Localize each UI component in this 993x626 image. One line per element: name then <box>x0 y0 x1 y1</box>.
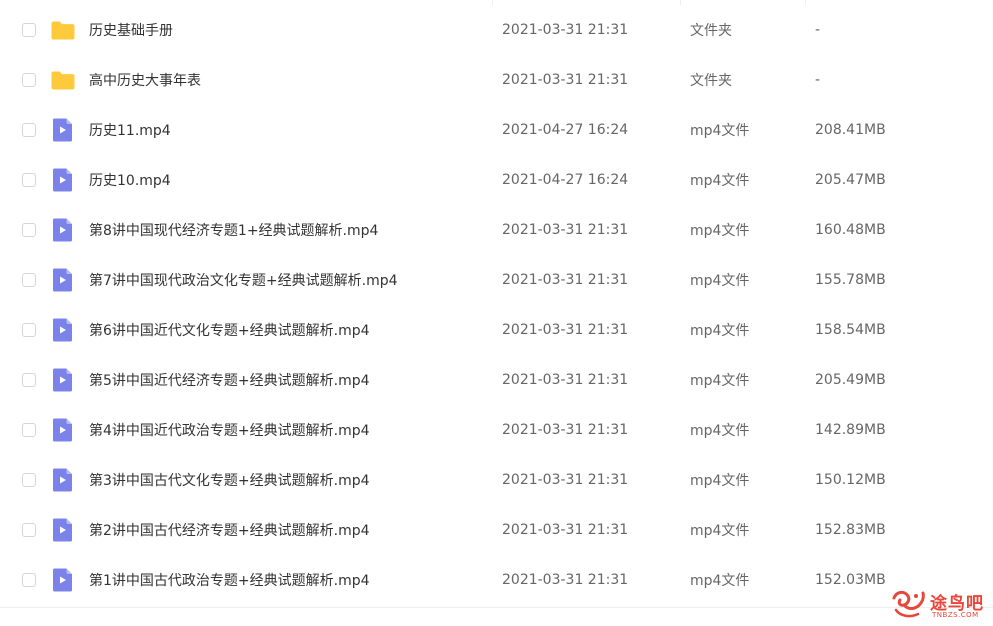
file-row[interactable]: 历史11.mp4 2021-04-27 16:24 mp4文件 208.41MB <box>0 105 993 155</box>
modified-date: 2021-03-31 21:31 <box>502 522 629 538</box>
modified-date: 2021-04-27 16:24 <box>502 172 629 188</box>
modified-date: 2021-04-27 16:24 <box>502 122 629 138</box>
file-name[interactable]: 第1讲中国古代政治专题+经典试题解析.mp4 <box>89 570 370 590</box>
row-checkbox[interactable] <box>22 573 36 587</box>
file-name[interactable]: 第4讲中国近代政治专题+经典试题解析.mp4 <box>89 420 370 440</box>
file-size: 205.49MB <box>815 372 886 388</box>
modified-date: 2021-03-31 21:31 <box>502 22 629 38</box>
file-size: 205.47MB <box>815 172 886 188</box>
file-size: 152.83MB <box>815 522 886 538</box>
file-row[interactable]: 高中历史大事年表 2021-03-31 21:31 文件夹 - <box>0 55 993 105</box>
file-name[interactable]: 历史11.mp4 <box>89 120 171 140</box>
file-size: 152.03MB <box>815 572 886 588</box>
file-size: 208.41MB <box>815 122 886 138</box>
file-name[interactable]: 历史基础手册 <box>89 20 173 40</box>
watermark-url: TNBZS.COM <box>932 611 979 619</box>
video-file-icon <box>50 467 76 493</box>
video-file-icon <box>50 517 76 543</box>
modified-date: 2021-03-31 21:31 <box>502 272 629 288</box>
file-type: mp4文件 <box>690 423 750 439</box>
file-size: 150.12MB <box>815 472 886 488</box>
file-row[interactable]: 第1讲中国古代政治专题+经典试题解析.mp4 2021-03-31 21:31 mp… <box>0 555 993 605</box>
video-file-icon <box>50 367 76 393</box>
row-checkbox[interactable] <box>22 123 36 137</box>
video-file-icon <box>50 167 76 193</box>
file-size: - <box>815 72 821 88</box>
modified-date: 2021-03-31 21:31 <box>502 472 629 488</box>
file-type: mp4文件 <box>690 573 750 589</box>
folder-icon <box>50 67 76 93</box>
row-checkbox[interactable] <box>22 223 36 237</box>
file-row[interactable]: 第8讲中国现代经济专题1+经典试题解析.mp4 2021-03-31 21:31 m… <box>0 205 993 255</box>
modified-date: 2021-03-31 21:31 <box>502 322 629 338</box>
modified-date: 2021-03-31 21:31 <box>502 72 629 88</box>
file-type: mp4文件 <box>690 373 750 389</box>
file-row[interactable]: 第2讲中国古代经济专题+经典试题解析.mp4 2021-03-31 21:31 mp… <box>0 505 993 555</box>
video-file-icon <box>50 117 76 143</box>
file-name[interactable]: 第3讲中国古代文化专题+经典试题解析.mp4 <box>89 470 370 490</box>
file-name[interactable]: 第5讲中国近代经济专题+经典试题解析.mp4 <box>89 370 370 390</box>
file-row[interactable]: 历史10.mp4 2021-04-27 16:24 mp4文件 205.47MB <box>0 155 993 205</box>
row-checkbox[interactable] <box>22 273 36 287</box>
file-name[interactable]: 第7讲中国现代政治文化专题+经典试题解析.mp4 <box>89 270 398 290</box>
file-row[interactable]: 第6讲中国近代文化专题+经典试题解析.mp4 2021-03-31 21:31 mp… <box>0 305 993 355</box>
row-checkbox[interactable] <box>22 173 36 187</box>
watermark: 途鸟吧 TNBZS.COM <box>890 586 990 624</box>
bird-logo-icon <box>892 590 925 618</box>
file-row[interactable]: 第5讲中国近代经济专题+经典试题解析.mp4 2021-03-31 21:31 mp… <box>0 355 993 405</box>
file-type: mp4文件 <box>690 273 750 289</box>
file-type: mp4文件 <box>690 123 750 139</box>
modified-date: 2021-03-31 21:31 <box>502 572 629 588</box>
row-checkbox[interactable] <box>22 23 36 37</box>
file-list: 历史基础手册 2021-03-31 21:31 文件夹 - 高中历史大事年表 2021-0… <box>0 0 993 605</box>
file-type: mp4文件 <box>690 173 750 189</box>
file-size: - <box>815 22 821 38</box>
file-size: 142.89MB <box>815 422 886 438</box>
row-checkbox[interactable] <box>22 323 36 337</box>
modified-date: 2021-03-31 21:31 <box>502 422 629 438</box>
file-name[interactable]: 高中历史大事年表 <box>89 70 201 90</box>
video-file-icon <box>50 417 76 443</box>
video-file-icon <box>50 567 76 593</box>
file-size: 160.48MB <box>815 222 886 238</box>
file-row[interactable]: 第4讲中国近代政治专题+经典试题解析.mp4 2021-03-31 21:31 mp… <box>0 405 993 455</box>
row-checkbox[interactable] <box>22 73 36 87</box>
file-name[interactable]: 历史10.mp4 <box>89 170 171 190</box>
video-file-icon <box>50 217 76 243</box>
row-checkbox[interactable] <box>22 523 36 537</box>
file-type: mp4文件 <box>690 223 750 239</box>
file-size: 155.78MB <box>815 272 886 288</box>
file-row[interactable]: 第3讲中国古代文化专题+经典试题解析.mp4 2021-03-31 21:31 mp… <box>0 455 993 505</box>
row-checkbox[interactable] <box>22 373 36 387</box>
file-name[interactable]: 第6讲中国近代文化专题+经典试题解析.mp4 <box>89 320 370 340</box>
video-file-icon <box>50 267 76 293</box>
folder-icon <box>50 17 76 43</box>
file-name[interactable]: 第2讲中国古代经济专题+经典试题解析.mp4 <box>89 520 370 540</box>
row-checkbox[interactable] <box>22 473 36 487</box>
file-type: mp4文件 <box>690 473 750 489</box>
file-type: mp4文件 <box>690 523 750 539</box>
list-bottom-border <box>0 607 993 608</box>
file-row[interactable]: 第7讲中国现代政治文化专题+经典试题解析.mp4 2021-03-31 21:31… <box>0 255 993 305</box>
file-type: mp4文件 <box>690 323 750 339</box>
file-type: 文件夹 <box>690 73 732 89</box>
video-file-icon <box>50 317 76 343</box>
file-type: 文件夹 <box>690 23 732 39</box>
row-checkbox[interactable] <box>22 423 36 437</box>
file-name[interactable]: 第8讲中国现代经济专题1+经典试题解析.mp4 <box>89 220 378 240</box>
modified-date: 2021-03-31 21:31 <box>502 372 629 388</box>
file-row[interactable]: 历史基础手册 2021-03-31 21:31 文件夹 - <box>0 5 993 55</box>
modified-date: 2021-03-31 21:31 <box>502 222 629 238</box>
file-size: 158.54MB <box>815 322 886 338</box>
